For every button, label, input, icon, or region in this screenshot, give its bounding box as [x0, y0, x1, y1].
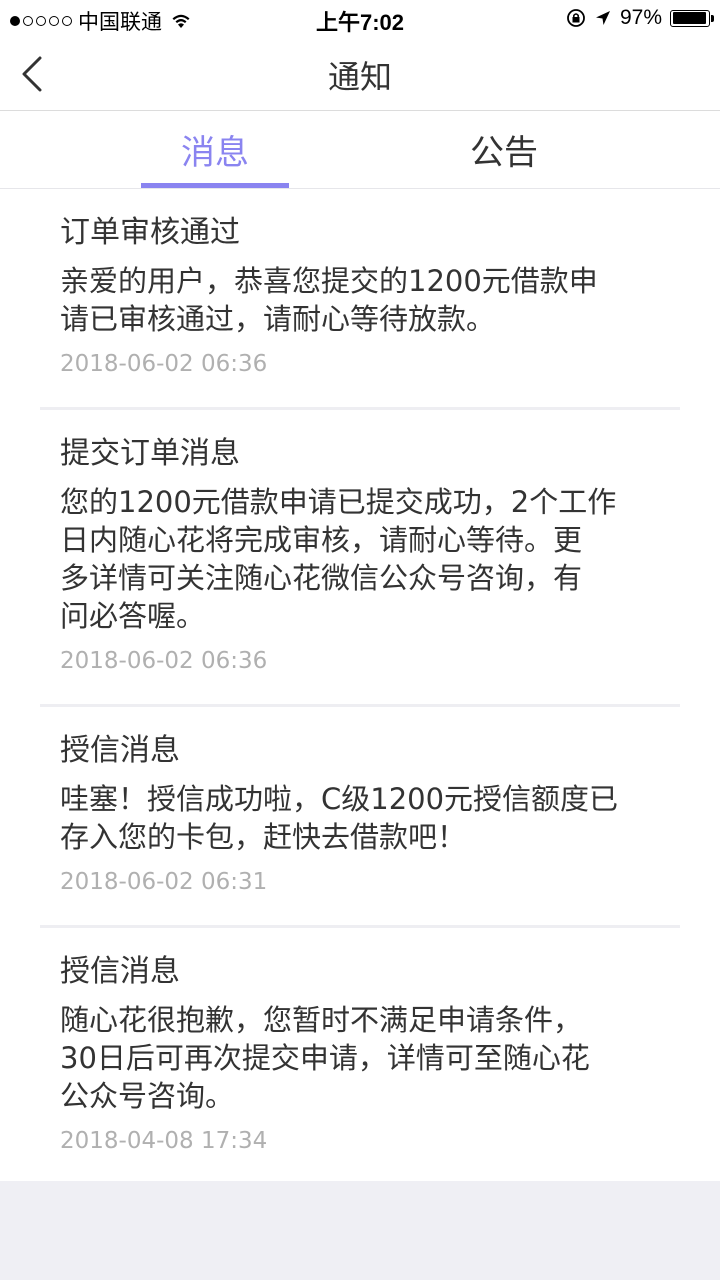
message-line: 问必答喔。: [60, 599, 206, 633]
message-item[interactable]: 订单审核通过 亲爱的用户，恭喜您提交的1200元借款申 请已审核通过，请耐心等待…: [0, 189, 720, 407]
message-title: 提交订单消息: [60, 436, 240, 471]
battery-tip: [711, 14, 714, 22]
message-timestamp: 2018-06-02 06:31: [60, 869, 268, 895]
tab-messages[interactable]: 消息: [141, 111, 289, 187]
message-line: 哇塞！授信成功啦，C级1200元授信额度已: [60, 782, 619, 816]
active-tab-indicator: [141, 183, 289, 188]
message-line: 请已审核通过，请耐心等待放款。: [60, 302, 496, 336]
message-timestamp: 2018-06-02 06:36: [60, 351, 268, 377]
battery-icon: [670, 9, 714, 27]
message-body: 亲爱的用户，恭喜您提交的1200元借款申 请已审核通过，请耐心等待放款。: [60, 262, 660, 338]
tab-bar: 消息 公告: [0, 111, 720, 189]
message-title: 授信消息: [60, 954, 180, 989]
status-right: 97%: [566, 6, 714, 30]
message-timestamp: 2018-04-08 17:34: [60, 1128, 268, 1154]
message-item[interactable]: 授信消息 哇塞！授信成功啦，C级1200元授信额度已 存入您的卡包，赶快去借款吧…: [0, 707, 720, 925]
message-body: 随心花很抱歉，您暂时不满足申请条件， 30日后可再次提交申请，详情可至随心花 公…: [60, 1001, 660, 1115]
message-body: 哇塞！授信成功啦，C级1200元授信额度已 存入您的卡包，赶快去借款吧！: [60, 780, 660, 856]
message-timestamp: 2018-06-02 06:36: [60, 648, 268, 674]
message-list: 订单审核通过 亲爱的用户，恭喜您提交的1200元借款申 请已审核通过，请耐心等待…: [0, 189, 720, 1181]
status-bar: 中国联通 上午7:02 97%: [0, 0, 720, 36]
navigation-bar: 通知: [0, 36, 720, 111]
location-arrow-icon: [595, 11, 610, 25]
message-line: 亲爱的用户，恭喜您提交的1200元借款申: [60, 264, 598, 298]
message-title: 授信消息: [60, 733, 180, 768]
message-line: 公众号咨询。: [60, 1079, 235, 1113]
battery-level: [672, 12, 707, 24]
message-line: 存入您的卡包，赶快去借款吧！: [60, 820, 467, 854]
message-title: 订单审核通过: [60, 215, 240, 250]
message-item[interactable]: 提交订单消息 您的1200元借款申请已提交成功，2个工作 日内随心花将完成审核，…: [0, 410, 720, 704]
message-line: 您的1200元借款申请已提交成功，2个工作: [60, 485, 617, 519]
message-line: 日内随心花将完成审核，请耐心等待。更: [60, 523, 583, 557]
message-body: 您的1200元借款申请已提交成功，2个工作 日内随心花将完成审核，请耐心等待。更…: [60, 483, 660, 635]
message-item[interactable]: 授信消息 随心花很抱歉，您暂时不满足申请条件， 30日后可再次提交申请，详情可至…: [0, 928, 720, 1181]
battery-percent: 97%: [619, 6, 662, 29]
message-line: 随心花很抱歉，您暂时不满足申请条件，: [60, 1003, 583, 1037]
message-line: 30日后可再次提交申请，详情可至随心花: [60, 1041, 590, 1075]
orientation-lock-icon: [567, 9, 585, 27]
page-title: 通知: [327, 58, 392, 96]
message-line: 多详情可关注随心花微信公众号咨询，有: [60, 561, 583, 595]
tab-announcements[interactable]: 公告: [430, 111, 578, 187]
